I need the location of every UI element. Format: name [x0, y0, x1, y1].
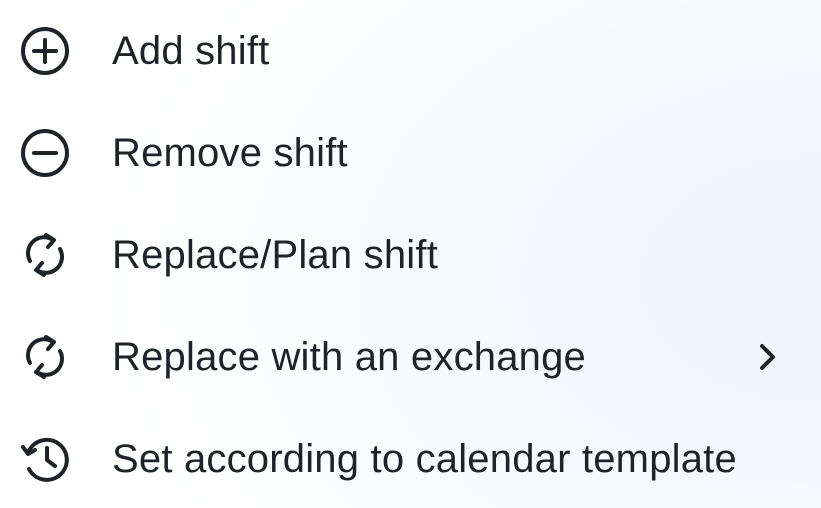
menu-item-set-calendar-template[interactable]: Set according to calendar template	[0, 414, 821, 504]
refresh-icon	[17, 329, 73, 385]
menu-item-label: Remove shift	[112, 131, 348, 175]
menu-item-label: Set according to calendar template	[112, 437, 737, 481]
refresh-icon	[17, 227, 73, 283]
context-menu: Add shift Remove shift Replace/Plan shif…	[0, 0, 821, 508]
menu-item-remove-shift[interactable]: Remove shift	[0, 108, 821, 198]
menu-item-label: Add shift	[112, 29, 270, 73]
minus-circle-icon	[17, 125, 73, 181]
menu-item-label: Replace with an exchange	[112, 335, 586, 379]
history-icon	[17, 431, 73, 487]
menu-item-replace-plan-shift[interactable]: Replace/Plan shift	[0, 210, 821, 300]
menu-item-add-shift[interactable]: Add shift	[0, 6, 821, 96]
plus-circle-icon	[17, 23, 73, 79]
chevron-right-icon[interactable]	[748, 337, 788, 377]
menu-item-label: Replace/Plan shift	[112, 233, 439, 277]
menu-item-replace-with-exchange[interactable]: Replace with an exchange	[0, 312, 821, 402]
